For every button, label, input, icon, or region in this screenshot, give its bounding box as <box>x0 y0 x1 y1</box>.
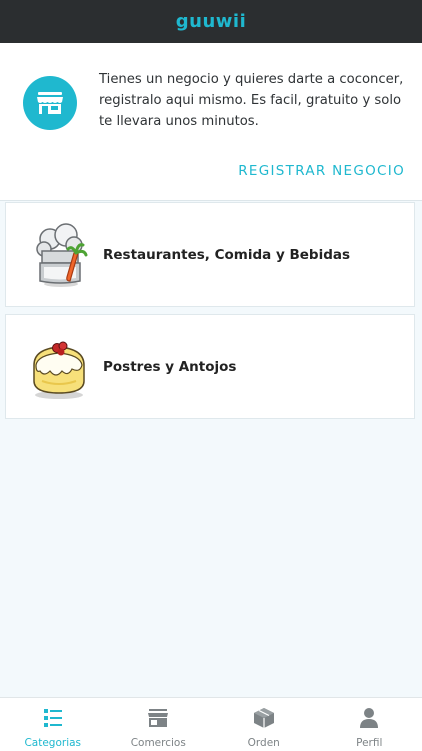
category-label: Restaurantes, Comida y Bebidas <box>103 203 350 306</box>
tab-categorias[interactable]: Categorias <box>0 698 106 751</box>
person-icon <box>358 707 380 729</box>
register-business-button[interactable]: REGISTRAR NEGOCIO <box>238 163 405 179</box>
tab-orden[interactable]: Orden <box>211 698 317 751</box>
tab-label: Perfil <box>356 737 382 749</box>
app-title: guuwii <box>176 11 246 32</box>
chef-hat-carrot-icon <box>28 223 90 289</box>
tab-label: Comercios <box>131 737 186 749</box>
category-card-desserts[interactable]: Postres y Antojos <box>5 314 415 419</box>
register-business-banner: Tienes un negocio y quieres darte a coco… <box>0 43 422 201</box>
app-header: guuwii <box>0 0 422 43</box>
tab-comercios[interactable]: Comercios <box>106 698 212 751</box>
category-card-restaurants[interactable]: Restaurantes, Comida y Bebidas <box>5 202 415 307</box>
tab-label: Orden <box>248 737 280 749</box>
store-icon <box>147 707 169 729</box>
bottom-tab-bar: Categorias Comercios Orden Perfil <box>0 697 422 751</box>
box-icon <box>253 707 275 729</box>
tab-label: Categorias <box>24 737 81 749</box>
list-icon <box>42 707 64 729</box>
dessert-cake-icon <box>28 335 90 401</box>
promo-text: Tienes un negocio y quieres darte a coco… <box>99 69 411 132</box>
tab-perfil[interactable]: Perfil <box>317 698 422 751</box>
store-icon <box>23 76 77 130</box>
category-label: Postres y Antojos <box>103 315 236 418</box>
